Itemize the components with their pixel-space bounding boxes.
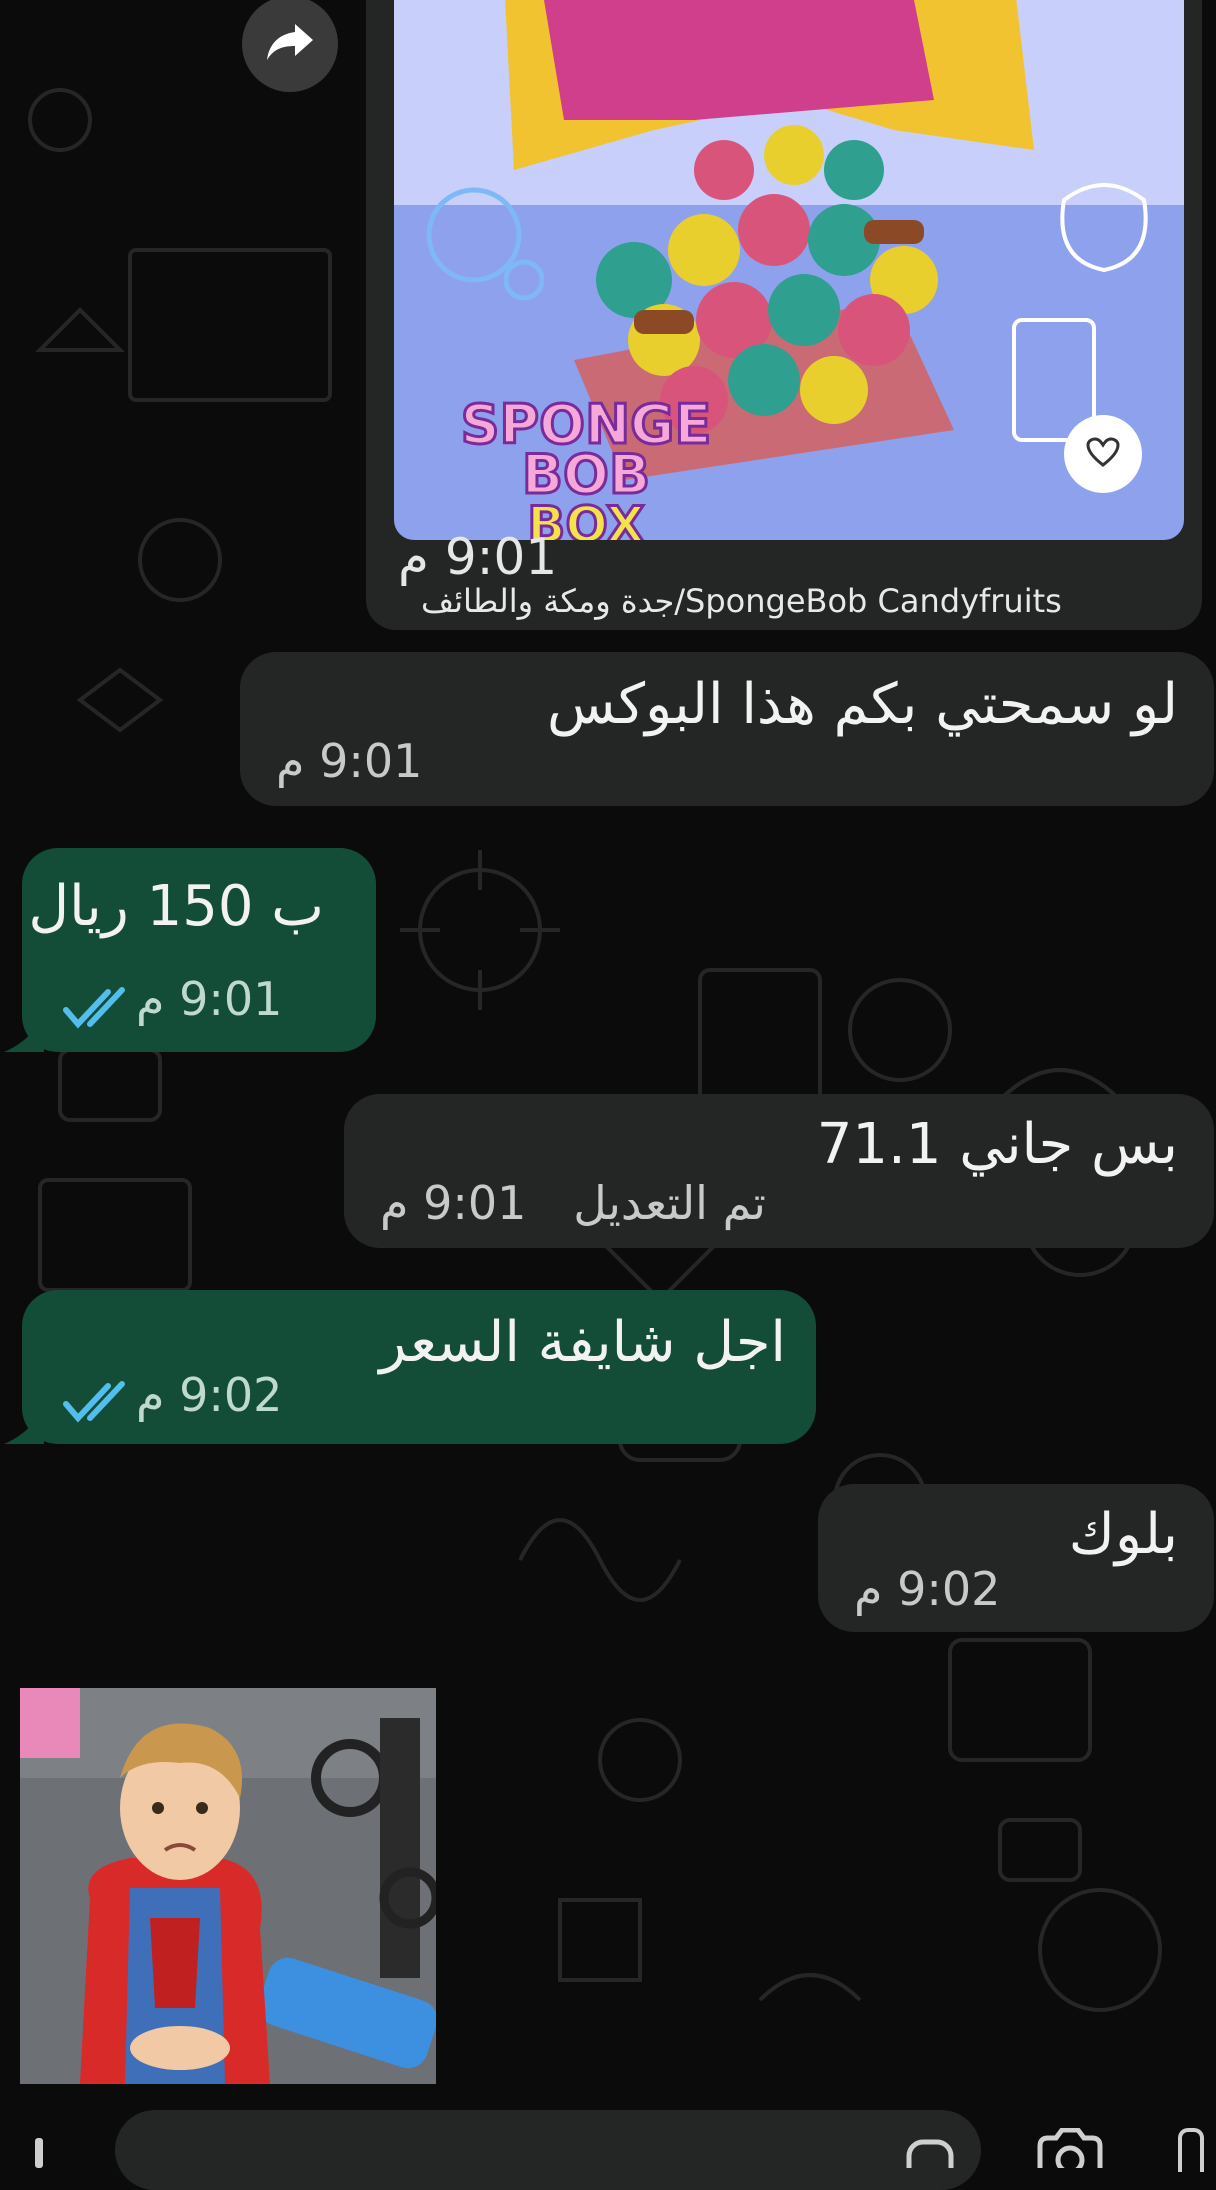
- bubble-tail: [4, 1412, 44, 1444]
- message-time: 9:02 م: [854, 1562, 1001, 1616]
- message-time: 9:01 م: [136, 972, 283, 1026]
- message-bubble-incoming[interactable]: لو سمحتي بكم هذا البوكس 9:01 م: [240, 652, 1214, 806]
- message-text: بلوك: [1068, 1502, 1178, 1567]
- forward-icon: [265, 20, 315, 68]
- message-text: لو سمحتي بكم هذا البوكس: [547, 672, 1178, 737]
- mic-button-partial[interactable]: [1178, 2128, 1204, 2172]
- message-text: بس جاني 71.1: [816, 1112, 1178, 1177]
- message-time: 9:01 م: [380, 1176, 527, 1230]
- double-check-icon: [62, 1380, 136, 1428]
- message-time: 9:01 م: [398, 528, 558, 586]
- message-time: 9:01 م: [276, 734, 423, 788]
- message-bubble-outgoing[interactable]: ب 150 ريال 9:01 م: [22, 848, 376, 1052]
- message-text: اجل شايفة السعر: [379, 1310, 786, 1375]
- message-text: ب 150 ريال: [28, 874, 324, 939]
- camera-icon[interactable]: [1030, 2127, 1110, 2175]
- message-bubble-outgoing[interactable]: اجل شايفة السعر 9:02 م: [22, 1290, 816, 1444]
- message-bubble-incoming[interactable]: بلوك 9:02 م: [818, 1484, 1214, 1632]
- message-input[interactable]: [115, 2110, 981, 2190]
- double-check-icon: [62, 986, 136, 1034]
- brand-text: SPONGE BOB BOX: [459, 393, 713, 540]
- heart-icon: [1086, 437, 1120, 471]
- link-preview-title[interactable]: جدة ومكة والطائف/SpongeBob Candyfruits: [421, 582, 1181, 620]
- message-time: 9:02 م: [136, 1368, 283, 1422]
- emoji-button-partial[interactable]: [35, 2138, 43, 2168]
- attach-icon[interactable]: [905, 2138, 955, 2185]
- photo-message[interactable]: [20, 1688, 436, 2084]
- edited-label: تم التعديل: [573, 1176, 766, 1230]
- bubble-tail: [4, 1020, 44, 1052]
- message-bubble-incoming[interactable]: بس جاني 71.1 تم التعديل 9:01 م: [344, 1094, 1214, 1248]
- shared-product-card[interactable]: SPONGE BOB BOX 9:01 م جدة ومكة والطائف/S…: [366, 0, 1202, 630]
- like-button[interactable]: [1064, 415, 1142, 493]
- forward-button[interactable]: [242, 0, 338, 92]
